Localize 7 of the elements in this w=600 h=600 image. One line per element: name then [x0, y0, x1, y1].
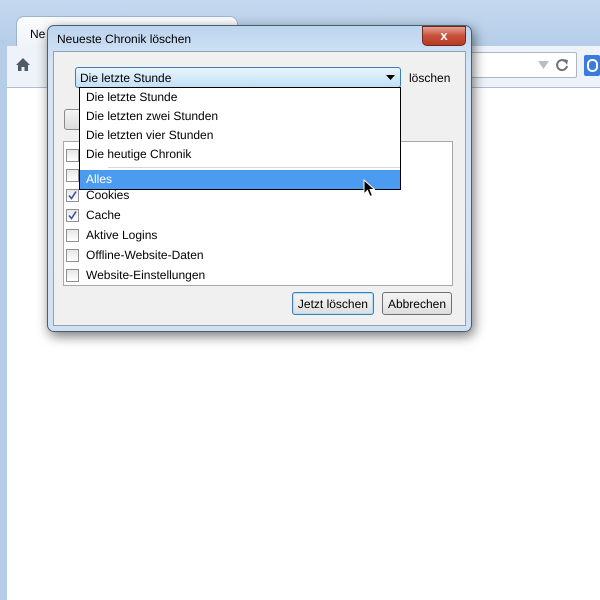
- checkbox-label: Cache: [86, 207, 121, 224]
- dialog-title: Neueste Chronik löschen: [57, 30, 192, 48]
- checkbox-label: Offline-Website-Daten: [86, 247, 204, 264]
- checkbox-label: Aktive Logins: [86, 227, 158, 244]
- checkbox-label: Cookies: [86, 187, 130, 204]
- checkbox-label: Website-Einstellungen: [86, 267, 206, 284]
- dropdown-suffix-label: löschen: [409, 70, 450, 86]
